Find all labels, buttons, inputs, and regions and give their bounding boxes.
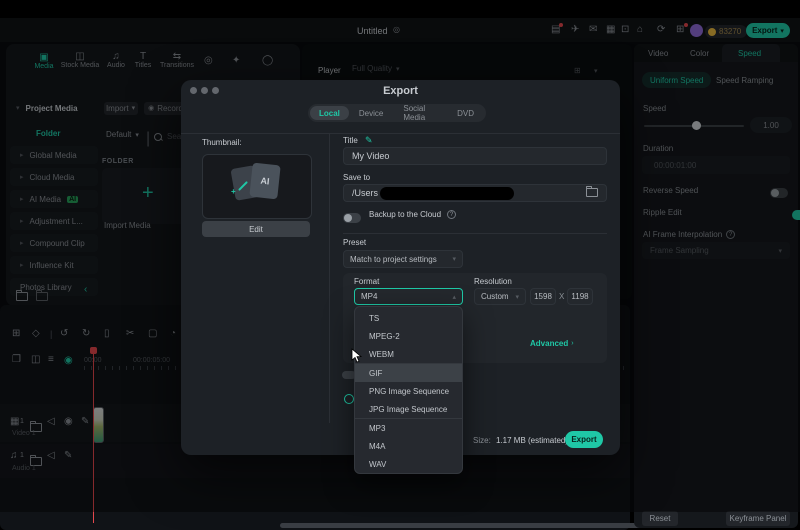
format-option[interactable]: MPEG-2: [355, 327, 462, 345]
backup-cloud-label: Backup to the Cloud: [369, 210, 441, 219]
pencil-icon[interactable]: ✎: [365, 135, 373, 146]
thumbnail-card-front: AI: [249, 163, 280, 200]
format-option[interactable]: WEBM: [355, 345, 462, 363]
dialog-title: Export: [181, 85, 620, 97]
resolution-label: Resolution: [474, 277, 512, 286]
ai-card-label: AI: [260, 176, 270, 187]
tab-device[interactable]: Device: [349, 109, 393, 118]
mouse-cursor: [351, 348, 363, 364]
redacted-path: [380, 187, 514, 200]
thumbnail-label: Thumbnail:: [202, 138, 242, 147]
browse-folder-icon[interactable]: [586, 188, 598, 199]
divider: [181, 133, 620, 134]
tab-social-media[interactable]: Social Media: [393, 104, 447, 122]
format-option[interactable]: M4A: [355, 437, 462, 455]
obscured-radio[interactable]: [344, 394, 354, 404]
format-option-selected[interactable]: GIF: [355, 363, 462, 382]
reset-button[interactable]: Reset: [642, 511, 678, 526]
info-icon[interactable]: ?: [447, 210, 456, 219]
sparkle-icon: +: [231, 187, 236, 196]
format-option[interactable]: JPG Image Sequence: [355, 400, 462, 418]
app-window: Untitled ◎ ▤ ✈ ✉ ▦ ⊡ ⌂ ⟳ ⊞ 83270 Export …: [0, 18, 800, 512]
edit-thumbnail-button[interactable]: Edit: [202, 221, 310, 237]
backup-cloud-toggle[interactable]: [343, 213, 361, 223]
export-tabbar: Local Device Social Media DVD: [308, 104, 486, 122]
preset-dropdown[interactable]: Match to project settings ▾: [343, 250, 463, 268]
resolution-x-label: X: [559, 292, 564, 301]
format-label: Format: [354, 277, 379, 286]
chevron-up-icon: ▴: [452, 293, 456, 301]
export-confirm-button[interactable]: Export: [565, 431, 603, 448]
format-combobox[interactable]: MP4 ▴: [354, 288, 463, 305]
title-input[interactable]: My Video: [343, 147, 607, 165]
format-option[interactable]: MP3: [355, 418, 462, 437]
size-label: Size:: [473, 436, 491, 445]
divider: [329, 133, 330, 423]
resolution-width-field[interactable]: 1598: [530, 288, 556, 305]
size-value: 1.17 MB (estimated): [496, 436, 568, 445]
tab-local[interactable]: Local: [310, 106, 349, 120]
format-option[interactable]: PNG Image Sequence: [355, 382, 462, 400]
chevron-right-icon: ›: [571, 340, 573, 347]
tab-dvd[interactable]: DVD: [447, 109, 484, 118]
chevron-down-icon: ▾: [452, 255, 456, 263]
advanced-link[interactable]: Advanced ›: [530, 339, 574, 348]
title-label: Title: [343, 136, 358, 145]
chevron-down-icon: ▾: [515, 293, 519, 301]
save-to-label: Save to: [343, 173, 370, 182]
resolution-mode-dropdown[interactable]: Custom ▾: [474, 288, 526, 305]
keyframe-panel-button[interactable]: Keyframe Panel: [726, 511, 790, 526]
format-option[interactable]: WAV: [355, 455, 462, 473]
preset-label: Preset: [343, 238, 366, 247]
divider: [343, 233, 607, 234]
format-option[interactable]: TS: [355, 309, 462, 327]
format-menu: TS MPEG-2 WEBM GIF PNG Image Sequence JP…: [354, 306, 463, 474]
thumbnail-preview: AI +: [202, 154, 312, 219]
save-to-input[interactable]: /Users: [343, 184, 607, 202]
resolution-height-field[interactable]: 1198: [567, 288, 593, 305]
